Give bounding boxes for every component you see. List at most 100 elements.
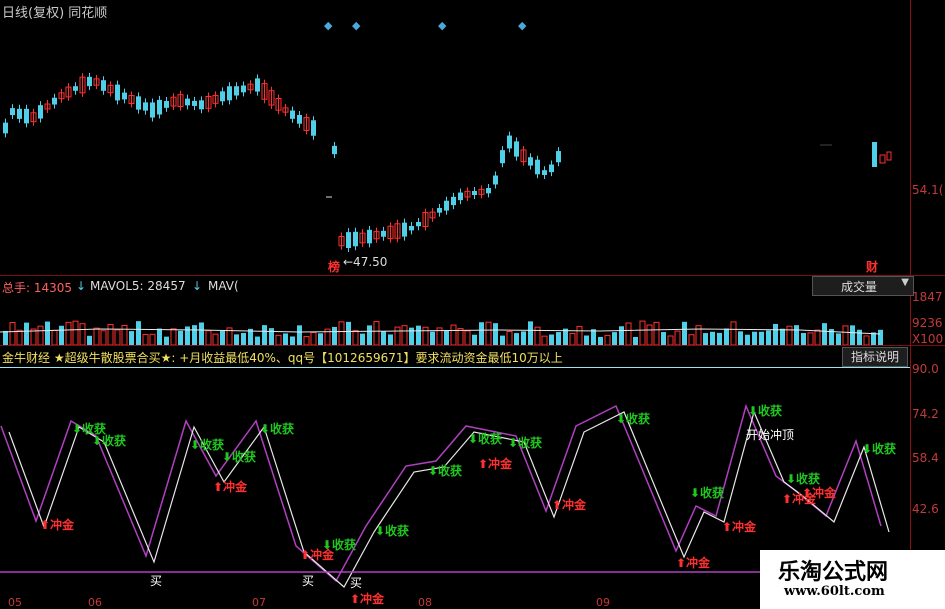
- volume-bar: [472, 334, 477, 345]
- indicator-axis-label: 42.6: [912, 502, 939, 516]
- volume-bar: [205, 330, 212, 345]
- volume-bar: [332, 326, 337, 345]
- sell-signal-label: ⬇收获: [508, 436, 543, 450]
- volume-bar: [107, 323, 114, 345]
- volume-bar: [212, 333, 219, 345]
- volume-bar: [625, 322, 632, 345]
- candle-body: [514, 141, 519, 157]
- volume-bar: [352, 329, 359, 345]
- candle-body: [24, 108, 29, 124]
- candle-body: [332, 145, 337, 155]
- watermark: 乐淘公式网 www.60lt.com: [760, 550, 945, 609]
- volume-bar: [773, 323, 778, 345]
- volume-bar: [262, 325, 267, 345]
- volume-bar: [185, 326, 190, 345]
- volume-bar: [534, 326, 541, 345]
- volume-bar: [72, 320, 79, 345]
- candle-body: [437, 208, 442, 213]
- volume-bar: [857, 329, 862, 345]
- volume-bar: [528, 321, 533, 345]
- candle-body: [416, 221, 421, 227]
- candle-body: [528, 157, 533, 166]
- candle-body: [192, 100, 197, 106]
- date-label: 05: [8, 596, 22, 609]
- candle-body: [73, 86, 78, 91]
- volume-bar: [269, 328, 274, 345]
- sell-signal-label: ⬇收获: [748, 404, 783, 418]
- candle-body: [234, 86, 239, 96]
- candle-body: [556, 151, 561, 163]
- volume-bar: [388, 334, 393, 345]
- candle-body: [346, 232, 351, 249]
- volume-bar: [556, 332, 561, 345]
- volume-bar: [136, 321, 141, 345]
- candle-body: [507, 135, 512, 149]
- candle-body: [241, 85, 246, 93]
- volume-bar: [863, 335, 870, 345]
- candle-body: [157, 99, 162, 115]
- volume-bar: [598, 336, 603, 345]
- volume-bar: [220, 330, 225, 345]
- candle-body: [542, 170, 547, 176]
- candle-body: [199, 100, 204, 110]
- volume-bar: [199, 322, 204, 345]
- volume-bar: [878, 329, 883, 345]
- date-label: 07: [252, 596, 266, 609]
- volume-bar: [506, 330, 513, 345]
- indicator-dropdown[interactable]: 成交量 ▼: [812, 276, 914, 296]
- volume-bar: [37, 325, 44, 345]
- buy-signal-label: ⬆冲金: [40, 518, 75, 532]
- volume-header: 总手: 14305 ↓ MAVOL5: 28457 ↓ MAV(: [0, 278, 945, 296]
- price-axis-label: 54.1(: [912, 183, 944, 197]
- volume-bar: [255, 336, 260, 345]
- event-tag[interactable]: 榜: [328, 258, 340, 275]
- buy-signal-label: ⬆冲金: [676, 556, 711, 570]
- volume-bar: [780, 328, 785, 345]
- volume-bar: [121, 324, 128, 345]
- sell-signal-label: ⬇收获: [616, 412, 651, 426]
- volume-bar: [45, 321, 50, 345]
- panel-divider: [0, 345, 945, 346]
- volume-bar: [416, 325, 421, 345]
- volume-chart[interactable]: [0, 296, 910, 345]
- buy-signal-label: ⬆冲金: [300, 548, 335, 562]
- sell-signal-label: ⬇收获: [862, 442, 897, 456]
- volume-bar: [3, 330, 8, 345]
- candle-body: [872, 142, 877, 167]
- volume-bar: [394, 326, 401, 345]
- candle-body: [409, 225, 414, 231]
- indicator-help-button[interactable]: 指标说明: [842, 347, 908, 367]
- volume-bar: [549, 334, 554, 345]
- candle-body: [255, 78, 260, 92]
- volume-bar: [87, 335, 92, 345]
- buy-signal-label: ⬆冲金: [552, 498, 587, 512]
- candle-body: [444, 200, 449, 211]
- price-chart[interactable]: [0, 0, 910, 275]
- volume-axis-label: 9236: [912, 316, 943, 330]
- volume-bar: [444, 330, 449, 345]
- finance-tag[interactable]: 财: [866, 258, 878, 275]
- candle-body: [101, 80, 106, 91]
- volume-bar: [639, 320, 646, 345]
- volume-bar: [724, 328, 729, 345]
- volume-bar: [807, 332, 814, 345]
- candle-body: [549, 164, 554, 173]
- candle-body: [143, 102, 148, 111]
- candle-body: [150, 102, 155, 118]
- volume-bar: [591, 329, 596, 345]
- mavol5-label: MAVOL5: 28457: [90, 279, 186, 293]
- dropdown-label: 成交量: [841, 280, 878, 294]
- volume-bar: [745, 334, 750, 345]
- volume-bar: [346, 321, 351, 345]
- volume-axis-label: X100: [912, 332, 944, 346]
- volume-bar: [157, 328, 162, 345]
- down-arrow-icon: ↓: [76, 279, 87, 293]
- volume-bar: [290, 336, 295, 345]
- volume-bar: [303, 336, 310, 345]
- candle-body: [38, 105, 43, 119]
- volume-bar: [794, 325, 799, 345]
- volume-bar: [479, 322, 484, 345]
- volume-bar: [59, 325, 64, 345]
- buy-signal-label: ⬆冲金: [722, 520, 757, 534]
- candle-body: [227, 86, 232, 101]
